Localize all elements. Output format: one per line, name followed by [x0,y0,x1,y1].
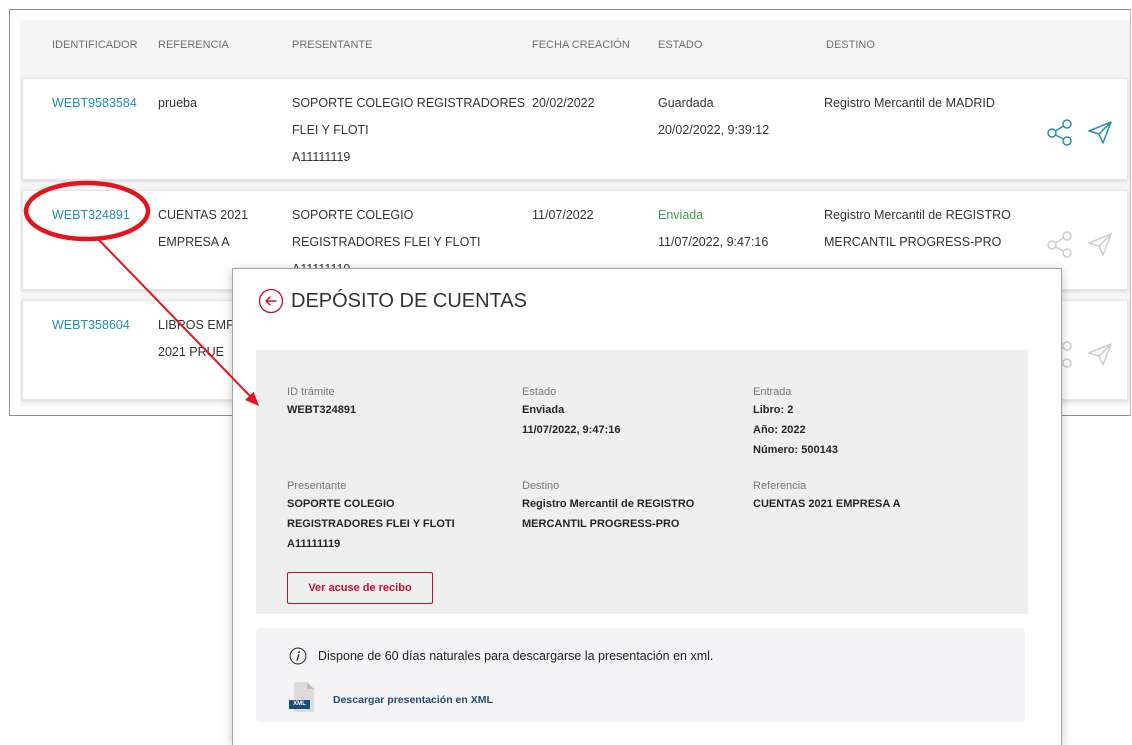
field-referencia: Referencia CUENTAS 2021 EMPRESA A [753,478,901,514]
row-destino: Registro Mercantil de REGISTRO MERCANTIL… [824,202,1011,256]
page: IDENTIFICADOR REFERENCIA PRESENTANTE FEC… [0,0,1132,745]
field-label: Presentante [287,480,347,492]
xml-badge-label: XML [293,701,306,707]
field-value: SOPORTE COLEGIO [287,498,395,510]
estado-timestamp: 11/07/2022, 9:47:16 [658,235,769,249]
row-destino: Registro Mercantil de MADRID [824,90,995,117]
destino-line: Registro Mercantil de MADRID [824,96,995,110]
column-header-identificador[interactable]: IDENTIFICADOR [52,38,138,52]
field-value: Año: 2022 [753,424,806,436]
destino-line: Registro Mercantil de REGISTRO [824,208,1011,222]
row-referencia: prueba [158,90,197,117]
column-header-referencia[interactable]: REFERENCIA [158,38,229,52]
notice-text: Dispone de 60 días naturales para descar… [318,649,714,663]
row-referencia: CUENTAS 2021 EMPRESA A [158,202,248,256]
field-estado: Estado Enviada 11/07/2022, 9:47:16 [522,384,620,440]
send-icon[interactable] [1086,118,1114,146]
xml-file-icon[interactable]: XML [287,681,319,713]
send-icon [1086,340,1114,368]
presentante-line: SOPORTE COLEGIO [292,208,414,222]
field-value: Enviada [522,404,565,416]
row-identifier-link[interactable]: WEBT9583584 [52,90,137,117]
field-label: Estado [522,386,557,398]
page-title: DEPÓSITO DE CUENTAS [291,290,527,312]
field-value: Registro Mercantil de REGISTRO [522,498,695,510]
field-value: REGISTRADORES FLEI Y FLOTI [287,518,455,530]
estado-label: Enviada [658,208,704,222]
send-icon [1086,230,1114,258]
field-presentante: Presentante SOPORTE COLEGIO REGISTRADORE… [287,478,455,554]
presentante-line: REGISTRADORES FLEI Y FLOTI [292,235,481,249]
field-value: MERCANTIL PROGRESS-PRO [522,518,680,530]
table-row[interactable]: WEBT9583584 prueba SOPORTE COLEGIO REGIS… [22,78,1128,180]
destino-line: MERCANTIL PROGRESS-PRO [824,235,1002,249]
field-label: Referencia [753,480,807,492]
column-header-destino[interactable]: DESTINO [826,38,875,52]
referencia-line: LIBROS EMP [158,318,235,332]
row-referencia: LIBROS EMP 2021 PRUE [158,312,234,366]
field-value: A11111119 [287,538,341,550]
referencia-line: prueba [158,96,197,110]
detail-panel: DEPÓSITO DE CUENTAS ID trámite WEBT32489… [232,268,1062,745]
field-value: Libro: 2 [753,404,794,416]
row-actions [1046,118,1116,146]
referencia-line: CUENTAS 2021 [158,208,249,222]
download-xml-link[interactable]: Descargar presentación en XML [333,692,493,708]
field-value: Número: 500143 [753,444,838,456]
field-value: 11/07/2022, 9:47:16 [522,424,621,436]
row-actions [1046,230,1116,258]
field-destino: Destino Registro Mercantil de REGISTRO M… [522,478,694,534]
referencia-line: EMPRESA A [158,235,230,249]
row-estado: Enviada 11/07/2022, 9:47:16 [658,202,768,256]
row-estado: Guardada 20/02/2022, 9:39:12 [658,90,769,144]
field-label: ID trámite [287,386,335,398]
info-icon [289,647,307,665]
row-identifier-link[interactable]: WEBT324891 [52,202,130,229]
presentante-line: A11111119 [292,150,351,164]
share-icon [1046,230,1074,258]
column-header-presentante[interactable]: PRESENTANTE [292,38,372,52]
row-identifier-link[interactable]: WEBT358604 [52,312,130,339]
estado-label: Guardada [658,96,714,110]
column-header-estado[interactable]: ESTADO [658,38,702,52]
field-label: Destino [522,480,560,492]
row-presentante: SOPORTE COLEGIO REGISTRADORES FLEI Y FLO… [292,90,525,171]
summary-box: ID trámite WEBT324891 Estado Enviada 11/… [256,350,1028,614]
row-fecha-creacion: 20/02/2022 [532,96,595,110]
column-header-fecha-creacion[interactable]: FECHA CREACIÓN [532,38,630,52]
ver-acuse-button[interactable]: Ver acuse de recibo [287,572,433,604]
referencia-line: 2021 PRUE [158,345,225,359]
field-id-tramite: ID trámite WEBT324891 [287,384,356,420]
field-entrada: Entrada Libro: 2 Año: 2022 Número: 50014… [753,384,838,460]
field-label: Entrada [753,386,792,398]
estado-timestamp: 20/02/2022, 9:39:12 [658,123,770,137]
share-icon[interactable] [1046,118,1074,146]
field-value: WEBT324891 [287,404,357,416]
presentante-line: SOPORTE COLEGIO REGISTRADORES [292,96,526,110]
download-notice-box: Dispone de 60 días naturales para descar… [256,628,1025,722]
back-arrow-circle-icon[interactable] [258,288,284,314]
field-value: CUENTAS 2021 EMPRESA A [753,498,901,510]
presentante-line: FLEI Y FLOTI [292,123,369,137]
row-fecha-creacion: 11/07/2022 [532,208,594,222]
